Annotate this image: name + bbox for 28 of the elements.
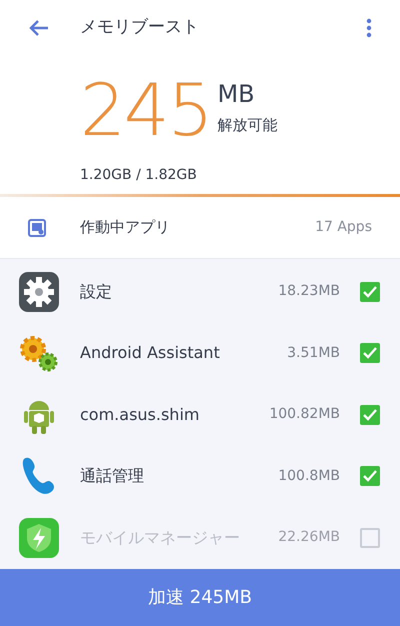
amount-unit: MB <box>217 80 256 108</box>
screen-title: メモリブースト <box>80 16 199 40</box>
app-name: com.asus.shim <box>80 404 200 426</box>
app-name: 通話管理 <box>80 465 144 488</box>
app-name: モバイルマネージャー <box>80 526 240 549</box>
boost-button[interactable]: 加速 245MB <box>0 568 400 626</box>
shield-icon <box>18 516 60 559</box>
checkbox[interactable] <box>360 404 380 425</box>
checkbox[interactable] <box>360 466 380 486</box>
app-memory-size: 100.8MB <box>278 466 340 486</box>
section-label: 作動中アプリ <box>80 217 170 238</box>
app-memory-size: 3.51MB <box>287 344 340 363</box>
back-arrow-icon[interactable] <box>28 19 50 37</box>
app-memory-size: 22.26MB <box>278 528 340 548</box>
checkbox[interactable] <box>360 343 380 364</box>
memory-usage: 1.20GB / 1.82GB <box>80 167 197 183</box>
app-memory-size: 18.23MB <box>278 282 340 302</box>
app-window-icon <box>28 218 46 236</box>
freeable-caption: 解放可能 <box>217 115 278 136</box>
app-name: 設定 <box>80 280 112 303</box>
app-memory-size: 100.82MB <box>269 405 340 424</box>
app-count: 17 Apps <box>315 218 372 237</box>
checkbox[interactable] <box>360 528 380 548</box>
gear-icon <box>18 270 60 313</box>
checkbox[interactable] <box>360 282 380 302</box>
more-options-icon[interactable] <box>366 18 372 38</box>
app-name: Android Assistant <box>80 342 220 364</box>
freeable-amount: 245 <box>80 74 212 146</box>
